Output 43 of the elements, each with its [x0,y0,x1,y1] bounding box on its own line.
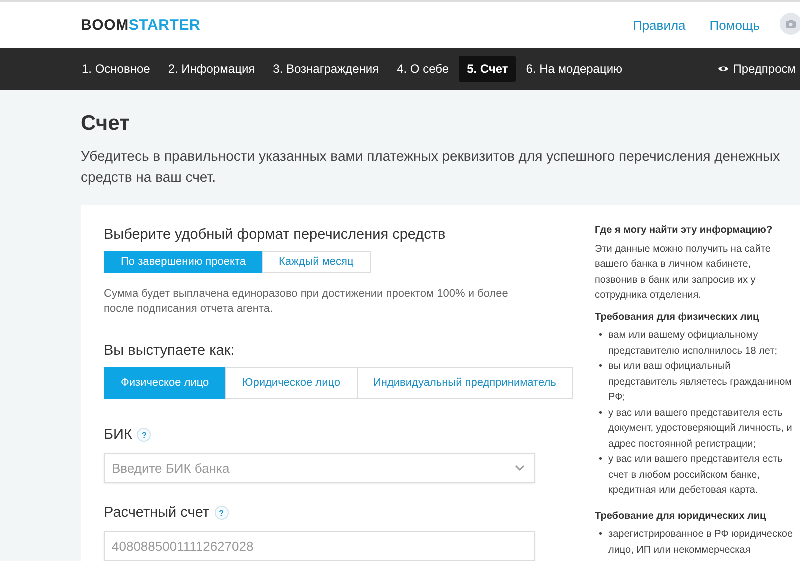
help-icon[interactable]: ? [214,506,229,520]
section-label: Выберите удобный формат перечисления средств [104,227,447,243]
requirement-item: вам или вашему официальному представителю исполнилось 18 лет; [608,329,779,358]
list-bullet: • [599,453,603,467]
page-title: Счет [81,112,131,136]
help-icon[interactable]: ? [137,428,152,442]
chevron-icon [515,465,525,471]
field-label: БИК [104,427,132,443]
avatar-icon[interactable] [780,13,800,35]
eye-icon [718,65,730,73]
list-bullet: • [599,406,603,420]
requirement-item: у вас или вашего представителя есть документ, удостоверяющий личность, и адрес постоянной регистрации; [608,406,794,452]
payout-note: Сумма будет выплачена единоразово при достижении проектом 100% и более после подписания отчета агента. [104,287,510,317]
role-option[interactable]: Физическое лицо [104,367,226,399]
preview-link[interactable]: Предпросм [718,62,796,76]
requirement-item: вы или ваш официальный представитель являетесь гражданином РФ; [608,360,794,405]
header-link[interactable]: Помощь [710,18,760,32]
role-option[interactable]: Индивидуальный предприниматель [356,367,574,399]
step-tab[interactable]: 6. На модерацию [518,56,631,82]
step-tab[interactable]: 3. Вознаграждения [265,56,388,82]
payout-option[interactable]: По завершению проекта [104,251,263,273]
info-text: Эти данные можно получить на сайте вашего банка в личном кабинете, позвонив в банк или запросив их у сотрудника отделения. [595,242,772,303]
requirement-item: зарегистрированное в РФ юридическое лицо, ИП или некоммерческая [608,528,794,558]
step-tab[interactable]: 2. Информация [160,56,264,82]
field-label: Расчетный счет [104,505,210,521]
header-link[interactable]: Правила [632,18,686,32]
intro-text: Убедитесь в правильности указанных вами платежных реквизитов для успешного перечисления денежных средств на ваш счет. [81,147,782,187]
bik-select[interactable]: Введите БИК банка [104,453,535,483]
account-field[interactable]: 40808850011112627028 [104,531,535,561]
requirement-item: у вас или вашего представителя есть счет в любом российском банке, кредитная или дебетовая карта. [608,453,784,498]
list-bullet: • [599,329,603,343]
list-bullet: • [599,528,603,542]
info-heading: Требования для физических лиц [595,310,760,324]
step-tab[interactable]: 4. О себе [389,56,458,82]
logo[interactable]: BOOMSTARTER [81,16,201,34]
payout-option[interactable]: Каждый месяц [262,251,371,273]
section-label: Вы выступаете как: [104,343,236,359]
info-heading: Требование для юридических лиц [595,510,768,524]
list-bullet: • [599,360,603,374]
info-heading: Где я могу найти эту информацию? [595,224,774,238]
role-option[interactable]: Юридическое лицо [225,367,358,399]
step-tab[interactable]: 1. Основное [74,56,158,82]
step-tab[interactable]: 5. Счет [459,56,516,82]
